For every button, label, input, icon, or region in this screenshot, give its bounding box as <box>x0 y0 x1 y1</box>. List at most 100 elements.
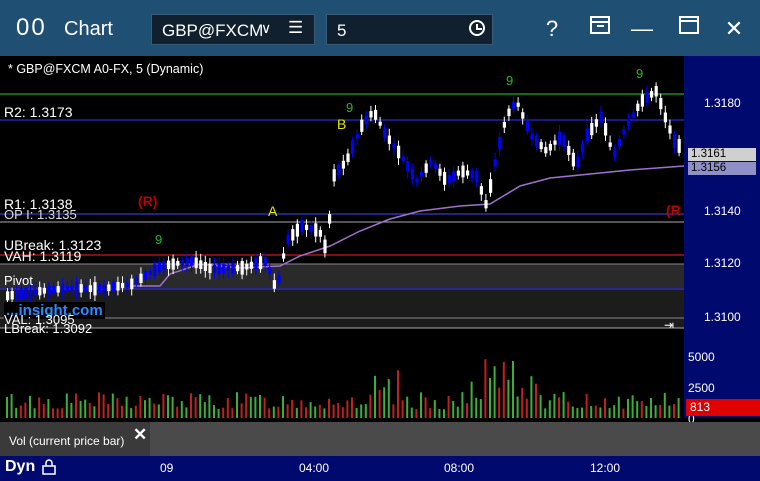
volume-bar <box>332 404 335 418</box>
candle <box>553 140 557 145</box>
candle <box>254 257 258 271</box>
volume-bar <box>337 402 340 418</box>
candle <box>139 273 143 284</box>
volume-bar <box>654 405 657 418</box>
candle <box>144 271 148 281</box>
volume-bar <box>466 403 468 418</box>
volume-bar <box>254 396 257 418</box>
volume-bar <box>535 383 537 418</box>
time-axis-label: 08:00 <box>444 461 475 475</box>
annotation-r-left: (R) <box>138 193 157 209</box>
price-axis-label: 1.3140 <box>704 204 741 218</box>
volume-pane[interactable] <box>0 338 684 418</box>
candle <box>461 165 465 178</box>
candle <box>397 145 401 159</box>
volume-bar <box>38 397 41 418</box>
candle <box>516 102 520 107</box>
volume-bar <box>443 409 445 418</box>
list-icon[interactable]: ☰ <box>288 18 303 38</box>
candle <box>134 278 138 284</box>
price-chart[interactable]: A B (R) (R 9 9 9 9 <box>0 56 684 336</box>
volume-bar <box>502 361 505 418</box>
candle <box>571 152 575 167</box>
price-axis-label: 1.3120 <box>704 256 741 270</box>
study-label-bar: Vol (current price bar) ✕ <box>0 422 760 456</box>
candle <box>75 281 79 295</box>
price-axis[interactable]: 1.3180 1.3140 1.3120 1.3100 1.3161 1.315… <box>684 56 760 426</box>
candle <box>337 164 341 176</box>
candle <box>346 153 350 162</box>
volume-bar <box>599 407 602 418</box>
candle <box>429 159 433 165</box>
volume-study-label: Vol (current price bar) <box>9 434 125 448</box>
volume-bar <box>397 370 399 418</box>
candle <box>116 281 120 291</box>
candle <box>415 178 419 183</box>
candle <box>305 224 309 231</box>
volume-bar <box>512 361 514 418</box>
volume-bar <box>392 404 395 418</box>
volume-bar <box>585 393 588 418</box>
volume-bar <box>139 396 142 418</box>
candle <box>236 265 240 272</box>
volume-tag: 813 <box>686 399 760 416</box>
time-axis[interactable]: Dyn 09 04:00 08:00 12:00 <box>0 456 760 481</box>
window-title: Chart <box>64 18 113 40</box>
scroll-right-icon[interactable]: ⇥ <box>664 318 674 332</box>
volume-bar <box>185 407 188 418</box>
candle <box>530 133 534 140</box>
layout-icon[interactable] <box>585 14 615 44</box>
volume-bar <box>576 407 579 418</box>
candle <box>272 280 276 289</box>
candle <box>93 282 97 296</box>
candle <box>369 111 373 118</box>
volume-bar <box>111 393 114 418</box>
volume-bar <box>194 397 197 418</box>
close-icon[interactable]: ✕ <box>133 425 147 445</box>
volume-bar <box>470 381 473 418</box>
clock-icon[interactable] <box>469 20 485 36</box>
candle <box>98 284 102 294</box>
candle <box>590 122 594 136</box>
candle <box>668 125 672 134</box>
candle <box>525 121 529 132</box>
volume-bar <box>61 408 64 418</box>
annotation-nine-d: 9 <box>155 232 162 247</box>
label-pivot: Pivot <box>4 273 33 288</box>
help-icon[interactable]: ? <box>537 14 567 44</box>
candle <box>654 86 658 97</box>
volume-bar <box>171 396 174 418</box>
chevron-down-icon[interactable]: ∨ <box>261 20 271 37</box>
volume-bar <box>272 406 275 418</box>
candle <box>33 289 37 295</box>
volume-bar <box>525 398 528 418</box>
maximize-icon[interactable] <box>674 14 704 44</box>
volume-bar <box>236 392 238 418</box>
dyn-label[interactable]: Dyn <box>5 458 35 476</box>
candle <box>355 134 359 139</box>
volume-bar <box>636 401 639 418</box>
candle <box>539 142 543 150</box>
candle <box>84 285 88 292</box>
volume-bar <box>240 403 243 418</box>
volume-bar <box>479 399 482 418</box>
volume-bar <box>498 387 501 418</box>
candle <box>498 136 502 150</box>
volume-bar <box>544 408 547 418</box>
volume-bar <box>24 402 27 418</box>
candle <box>521 112 525 119</box>
candle <box>226 266 230 271</box>
lock-icon[interactable] <box>42 459 56 475</box>
price-plot[interactable]: A B (R) (R 9 9 9 9 * GBP@FXCM A0-FX, 5 (… <box>0 56 684 336</box>
volume-bar <box>433 400 436 418</box>
interval-selector[interactable]: 5 <box>326 14 493 45</box>
close-icon[interactable]: ✕ <box>719 14 749 44</box>
candle <box>38 287 42 296</box>
chart-area[interactable]: A B (R) (R 9 9 9 9 * GBP@FXCM A0-FX, 5 (… <box>0 56 760 456</box>
volume-bar <box>116 398 119 418</box>
minimize-icon[interactable]: — <box>627 14 657 44</box>
chart-header: * GBP@FXCM A0-FX, 5 (Dynamic) <box>8 62 204 76</box>
symbol-selector[interactable]: GBP@FXCM ∨ ☰ <box>151 14 315 45</box>
candle <box>604 123 608 136</box>
candle <box>351 140 355 154</box>
